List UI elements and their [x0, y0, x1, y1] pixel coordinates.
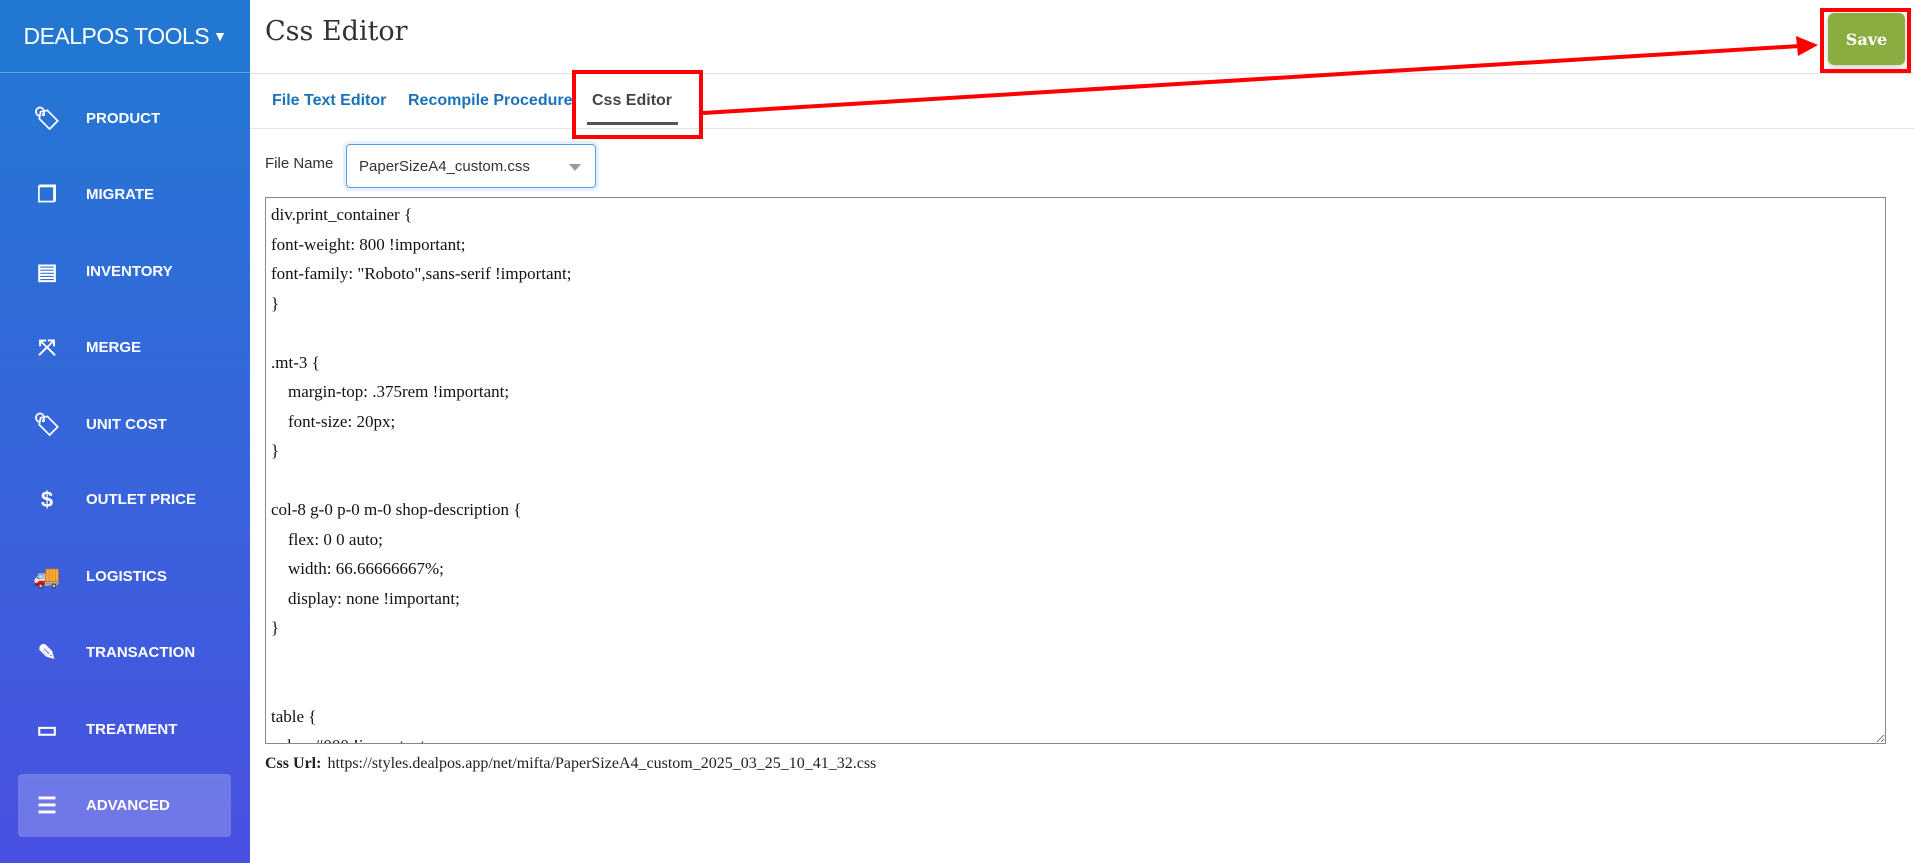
sidebar-item-label: TREATMENT	[86, 721, 178, 738]
sidebar-item-treatment[interactable]: ▭ TREATMENT	[18, 698, 231, 761]
sidebar-item-product[interactable]: 🏷 PRODUCT	[18, 87, 231, 150]
sidebar-item-label: MERGE	[86, 339, 142, 356]
caret-down-icon: ▼	[213, 28, 227, 44]
dollar-icon: $	[40, 486, 54, 512]
tab-file-text-editor[interactable]: File Text Editor	[272, 92, 386, 110]
sidebar-item-inventory[interactable]: ▤ INVENTORY	[18, 240, 231, 303]
file-name-value: PaperSizeA4_custom.css	[359, 158, 530, 175]
sidebar-item-transaction[interactable]: ✎ TRANSACTION	[18, 621, 231, 684]
sidebar-item-outlet-price[interactable]: $ OUTLET PRICE	[18, 468, 231, 531]
tag-icon: 🏷	[33, 411, 61, 437]
compress-icon: ⤧	[38, 334, 56, 360]
brand-menu[interactable]: DEALPOS TOOLS ▼	[0, 0, 250, 73]
archive-icon: ▤	[36, 258, 58, 284]
chevron-down-icon	[569, 164, 581, 171]
sidebar-item-unit-cost[interactable]: 🏷 UNIT COST	[18, 393, 231, 456]
sidebar-item-label: OUTLET PRICE	[86, 491, 197, 508]
sidebar-item-label: ADVANCED	[86, 797, 170, 814]
sidebar-item-migrate[interactable]: ❐ MIGRATE	[18, 163, 231, 226]
header	[250, 0, 1914, 74]
css-url: Css Url: https://styles.dealpos.app/net/m…	[265, 755, 876, 773]
edit-icon: ✎	[37, 639, 57, 665]
sidebar-item-logistics[interactable]: 🚚 LOGISTICS	[18, 545, 231, 608]
tab-bar: File Text Editor Recompile Procedure Css…	[250, 74, 1914, 129]
copy-icon: ❐	[37, 181, 57, 207]
css-url-label: Css Url:	[265, 755, 322, 772]
tag-icon: 🏷	[33, 105, 61, 131]
truck-icon: 🚚	[33, 563, 61, 589]
css-url-value[interactable]: https://styles.dealpos.app/net/mifta/Pap…	[327, 755, 876, 772]
page-title: Css Editor	[265, 16, 408, 47]
sidebar: DEALPOS TOOLS ▼ 🏷 PRODUCT ❐ MIGRATE ▤ INVENT…	[0, 0, 250, 863]
sidebar-item-label: PRODUCT	[86, 110, 161, 127]
file-name-select[interactable]: PaperSizeA4_custom.css	[346, 144, 596, 188]
sidebar-item-label: TRANSACTION	[86, 644, 196, 661]
sidebar-item-label: MIGRATE	[86, 186, 155, 203]
sidebar-item-advanced[interactable]: ☰ ADVANCED	[18, 774, 231, 837]
save-button[interactable]: Save	[1828, 13, 1905, 65]
sidebar-item-label: LOGISTICS	[86, 568, 167, 585]
tab-css-editor[interactable]: Css Editor	[586, 92, 679, 125]
sliders-icon: ☰	[37, 792, 57, 818]
brand-title: DEALPOS TOOLS	[23, 22, 210, 49]
file-name-label: File Name	[265, 155, 334, 172]
css-editor-textarea[interactable]	[265, 197, 1886, 744]
sidebar-item-merge[interactable]: ⤧ MERGE	[18, 316, 231, 379]
ticket-icon: ▭	[36, 716, 58, 742]
sidebar-item-label: INVENTORY	[86, 263, 173, 280]
sidebar-item-label: UNIT COST	[86, 416, 167, 433]
tab-recompile-procedure[interactable]: Recompile Procedure	[408, 92, 573, 110]
